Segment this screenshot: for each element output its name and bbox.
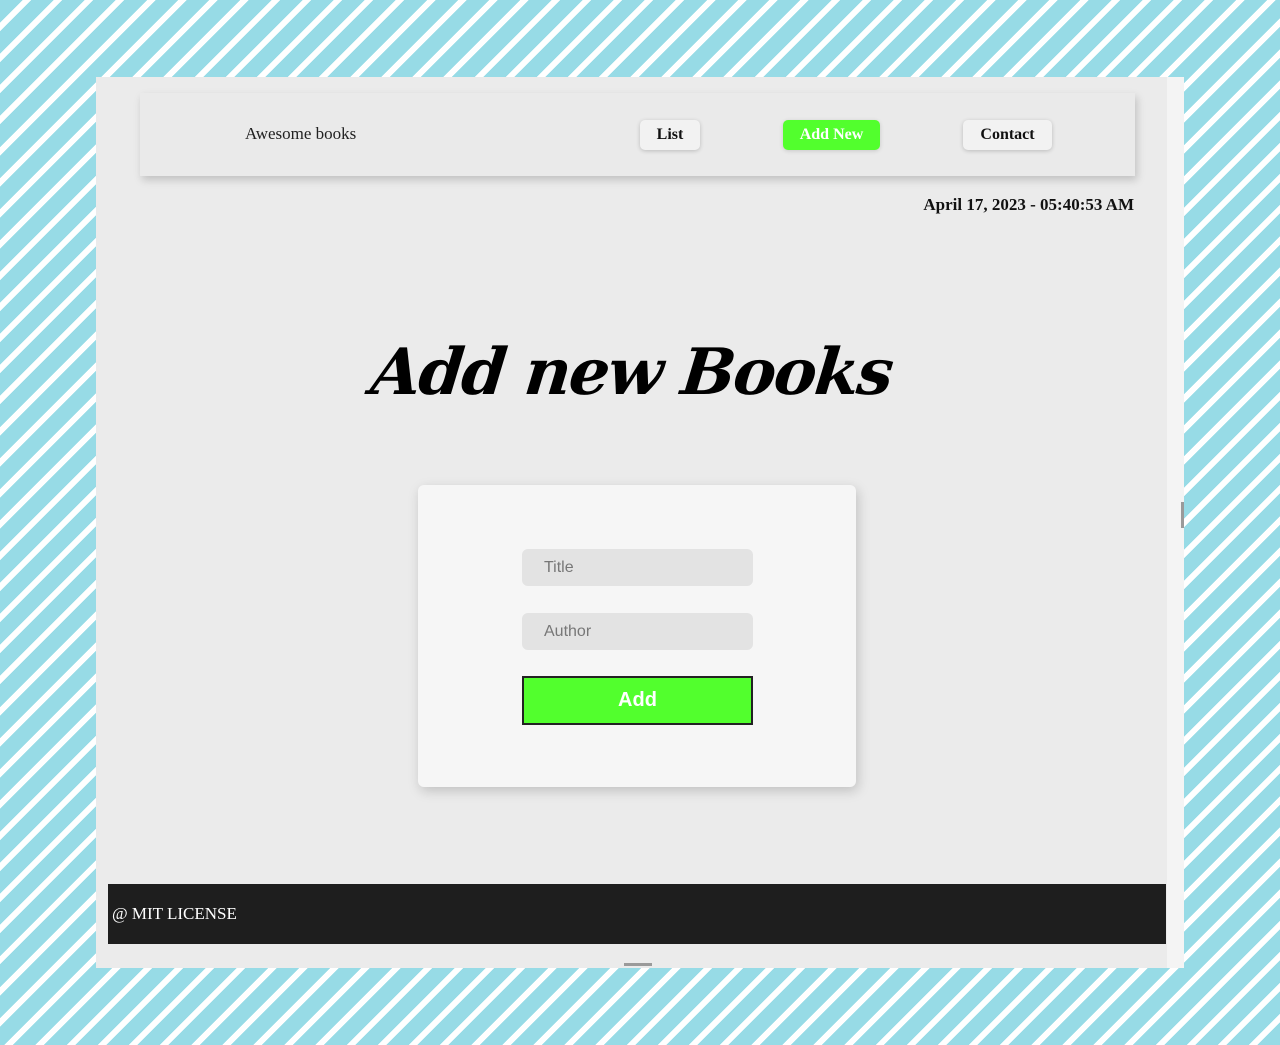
brand-logo: Awesome books [245,124,357,143]
page: Awesome books List Add New Contact April… [96,77,1167,968]
page-title: Add new Books [367,335,896,410]
nav-link-list[interactable]: List [640,120,700,150]
footer-license: @ MIT LICENSE [112,904,237,923]
browser-frame: Awesome books List Add New Contact April… [96,77,1184,968]
title-input[interactable] [522,549,753,586]
footer: @ MIT LICENSE [108,884,1166,944]
add-book-form: Add [418,485,856,787]
nav-link-contact[interactable]: Contact [963,120,1052,150]
current-datetime: April 17, 2023 - 05:40:53 AM [923,195,1134,214]
add-book-button[interactable]: Add [522,676,753,725]
nav-link-add-new[interactable]: Add New [783,120,880,150]
horizontal-scrollbar-handle[interactable] [624,963,652,966]
navbar: Awesome books List Add New Contact [140,93,1135,176]
vertical-scrollbar-handle[interactable] [1181,502,1184,528]
author-input[interactable] [522,613,753,650]
